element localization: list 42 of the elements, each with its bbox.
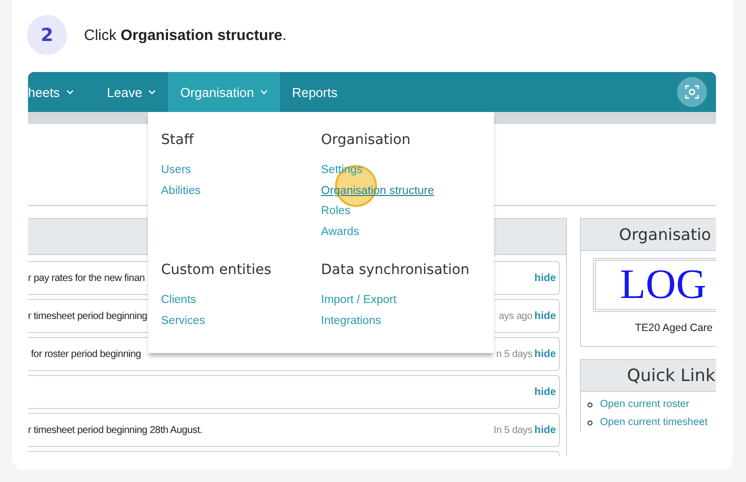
notification-time: n 5 days (496, 348, 532, 360)
hide-link[interactable]: hide (534, 424, 556, 436)
notification-text: r timesheet period beginning (28, 310, 148, 322)
menu-heading: Staff (161, 132, 195, 148)
quick-link[interactable]: Open current timesheet (600, 417, 708, 428)
chevron-down-icon (66, 89, 74, 95)
menu-heading: Data synchronisation (321, 262, 470, 278)
nav-item[interactable]: Reports (280, 72, 350, 112)
organisation-name: TE20 Aged Care (634, 321, 714, 336)
hide-link[interactable]: hide (534, 386, 556, 398)
menu-heading: Custom entities (161, 262, 272, 278)
bullet-icon (587, 402, 593, 408)
nav-item[interactable]: Organisation (168, 72, 280, 112)
instruction-text: Click Organisation structure. (84, 26, 287, 44)
menu-link[interactable]: Import / Export (321, 294, 396, 306)
bullet-icon (587, 420, 593, 426)
menu-link[interactable]: Awards (321, 226, 360, 238)
menu-link[interactable]: Roles (321, 205, 350, 217)
menu-link[interactable]: Integrations (321, 314, 382, 326)
hide-link[interactable]: hide (534, 272, 556, 284)
chevron-down-icon (148, 89, 156, 95)
menu-link[interactable]: Services (161, 314, 206, 326)
menu-link[interactable]: Abilities (161, 184, 201, 196)
notification-time: ays ago (498, 310, 532, 322)
nav-item[interactable]: heets (28, 72, 86, 112)
chevron-down-icon (260, 89, 268, 95)
notification-text: r timesheet period beginning 28th August. (28, 424, 202, 436)
menu-heading: Organisation (321, 132, 412, 148)
menu-link[interactable]: Users (161, 164, 192, 176)
capture-icon[interactable] (677, 77, 707, 107)
logo-text: LOG (620, 261, 706, 309)
quick-link[interactable]: Open current roster (600, 399, 690, 410)
notification-text: r pay rates for the new finan (28, 272, 145, 284)
hide-link[interactable]: hide (534, 310, 556, 322)
hide-link[interactable]: hide (534, 348, 556, 360)
notification-time: In 5 days (494, 424, 532, 436)
menu-link[interactable]: Clients (161, 294, 196, 306)
nav-item[interactable]: Leave (94, 72, 168, 112)
panel-title: Organisatio (619, 225, 712, 244)
step-number: 2 (27, 15, 67, 55)
notification-text: for roster period beginning (31, 348, 141, 360)
panel-title: Quick Link (627, 366, 716, 386)
